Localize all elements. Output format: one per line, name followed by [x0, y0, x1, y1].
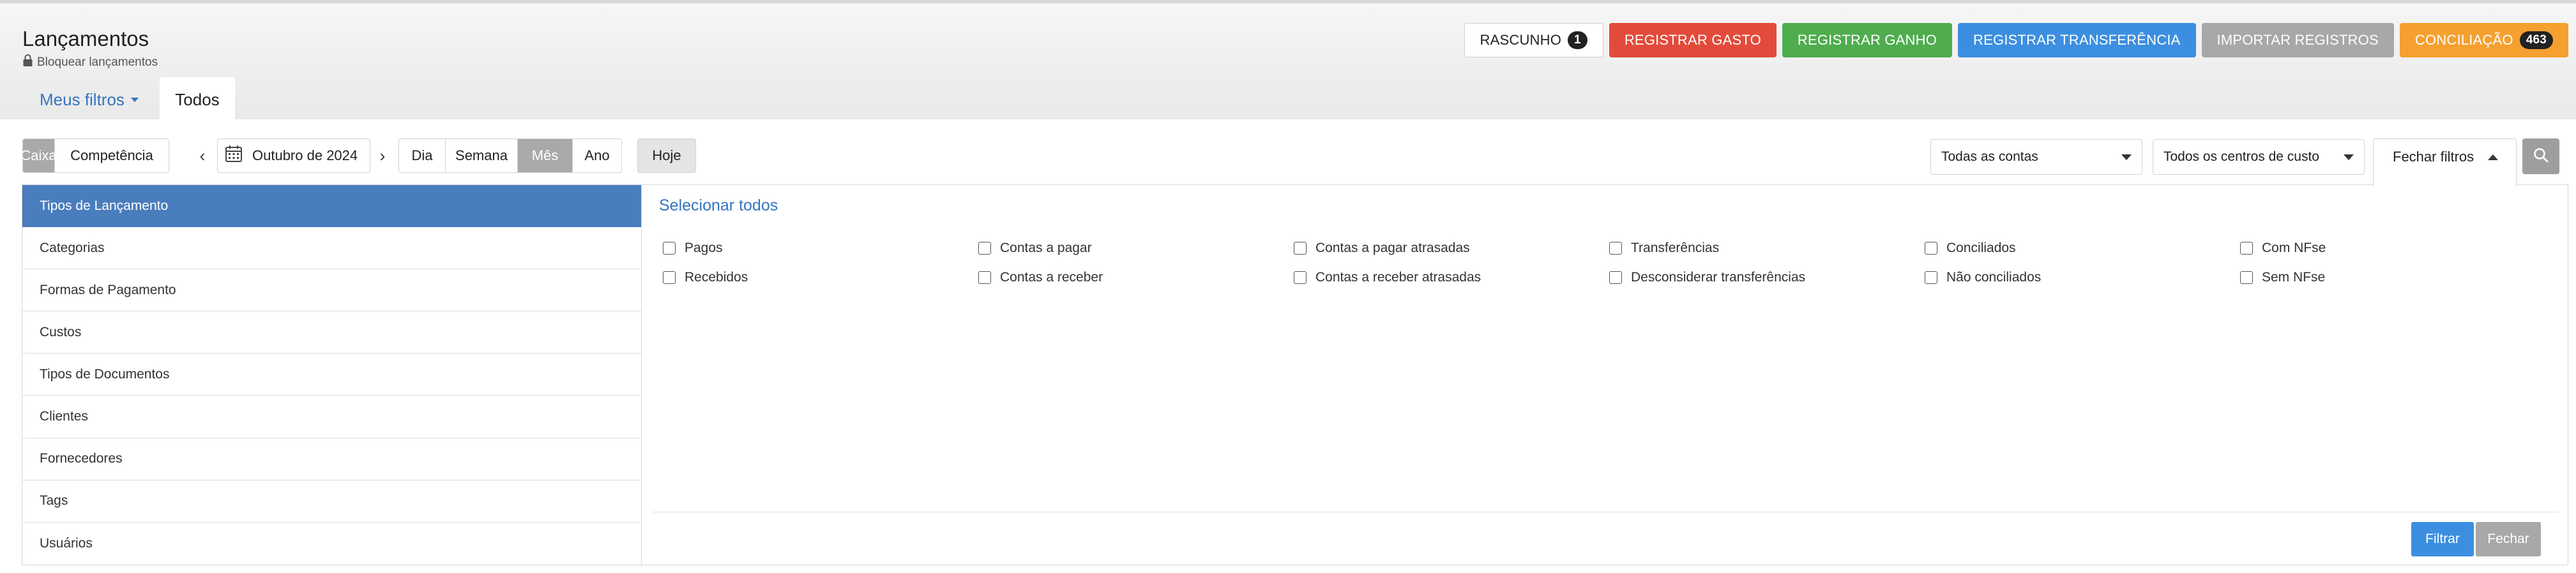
- chevron-down-icon: [2121, 154, 2132, 160]
- period-day-option[interactable]: Dia: [399, 139, 446, 172]
- lock-entries-label: Bloquear lançamentos: [37, 56, 158, 69]
- action-buttons: RASCUNHO 1 REGISTRAR GASTO REGISTRAR GAN…: [1464, 23, 2568, 57]
- filter-button[interactable]: Filtrar: [2411, 522, 2474, 556]
- date-value: Outubro de 2024: [252, 147, 358, 163]
- filter-category-list: Tipos de Lançamento Categorias Formas de P…: [22, 185, 642, 565]
- filter-option[interactable]: Contas a receber: [978, 270, 1294, 285]
- close-filters-toggle[interactable]: Fechar filtros: [2373, 138, 2517, 186]
- reconciliation-label: CONCILIAÇÃO: [2414, 32, 2513, 48]
- filter-category-item[interactable]: Custos: [22, 311, 641, 354]
- filter-option[interactable]: Recebidos: [663, 270, 978, 285]
- period-week-option[interactable]: Semana: [446, 139, 518, 172]
- filter-option[interactable]: Conciliados: [1925, 241, 2240, 256]
- filter-option-label: Contas a receber atrasadas: [1315, 270, 1481, 285]
- filter-option[interactable]: Não conciliados: [1925, 270, 2240, 285]
- previous-date-icon[interactable]: ‹: [195, 138, 209, 173]
- filter-option[interactable]: Com NFse: [2240, 241, 2556, 256]
- filter-option-checkbox[interactable]: [1609, 271, 1622, 284]
- register-expense-button[interactable]: REGISTRAR GASTO: [1609, 23, 1777, 57]
- filter-option-checkbox[interactable]: [1609, 242, 1622, 255]
- filter-option-label: Recebidos: [685, 270, 748, 285]
- period-toggle: Dia Semana Mês Ano: [398, 138, 622, 173]
- draft-label: RASCUNHO: [1480, 32, 1562, 48]
- filter-option-checkbox[interactable]: [1294, 242, 1307, 255]
- filter-option-checkbox[interactable]: [663, 271, 676, 284]
- cost-centers-select[interactable]: Todos os centros de custo: [2153, 139, 2365, 175]
- search-icon: [2533, 147, 2549, 167]
- date-picker[interactable]: Outubro de 2024: [217, 138, 370, 173]
- reconciliation-button[interactable]: CONCILIAÇÃO 463: [2399, 23, 2568, 57]
- filter-category-item[interactable]: Clientes: [22, 396, 641, 438]
- accounts-select-value: Todas as contas: [1941, 149, 2038, 164]
- filter-option[interactable]: Transferências: [1609, 241, 1925, 256]
- filter-option-checkbox[interactable]: [2240, 242, 2253, 255]
- filter-option[interactable]: Pagos: [663, 241, 978, 256]
- filter-option[interactable]: Sem NFse: [2240, 270, 2556, 285]
- draft-button[interactable]: RASCUNHO 1: [1464, 23, 1603, 57]
- next-date-icon[interactable]: ›: [375, 138, 390, 173]
- filter-category-item[interactable]: Fornecedores: [22, 438, 641, 480]
- tab-my-filters-label: Meus filtros: [40, 90, 125, 109]
- filter-category-item[interactable]: Tipos de Documentos: [22, 353, 641, 396]
- lock-icon: [22, 54, 33, 71]
- filter-option-checkbox[interactable]: [2240, 271, 2253, 284]
- filter-option-label: Contas a pagar atrasadas: [1315, 241, 1470, 255]
- filter-category-item[interactable]: Categorias: [22, 227, 641, 270]
- filter-option[interactable]: Contas a pagar: [978, 241, 1294, 256]
- regime-cash-option[interactable]: Caixa: [23, 139, 57, 172]
- search-button[interactable]: [2522, 138, 2559, 174]
- register-transfer-button[interactable]: REGISTRAR TRANSFERÊNCIA: [1958, 23, 2196, 57]
- cost-centers-select-value: Todos os centros de custo: [2163, 149, 2319, 164]
- filter-category-item[interactable]: Tipos de Lançamento: [22, 185, 641, 228]
- import-records-button[interactable]: IMPORTAR REGISTROS: [2201, 23, 2394, 57]
- filter-option-label: Conciliados: [1946, 241, 2016, 255]
- page-title: Lançamentos: [22, 27, 149, 50]
- today-button[interactable]: Hoje: [637, 138, 696, 173]
- period-month-option[interactable]: Mês: [518, 139, 573, 172]
- filter-option-label: Contas a receber: [1000, 270, 1103, 285]
- register-income-button[interactable]: REGISTRAR GANHO: [1782, 23, 1953, 57]
- filter-category-item[interactable]: Tags: [22, 480, 641, 523]
- chevron-up-icon: [2488, 154, 2498, 160]
- regime-accrual-option[interactable]: Competência: [55, 139, 169, 172]
- regime-toggle: Caixa Competência: [22, 138, 169, 173]
- filter-option[interactable]: Contas a pagar atrasadas: [1294, 241, 1609, 256]
- chevron-down-icon: [130, 98, 139, 102]
- filter-option-label: Contas a pagar: [1000, 241, 1092, 255]
- draft-count-badge: 1: [1568, 31, 1587, 49]
- lock-entries-link[interactable]: Bloquear lançamentos: [22, 54, 158, 71]
- filter-option-label: Pagos: [685, 241, 723, 255]
- filter-category-item[interactable]: Usuários: [22, 523, 641, 565]
- filter-option-label: Não conciliados: [1946, 270, 2042, 285]
- close-filters-label: Fechar filtros: [2393, 149, 2474, 165]
- filter-option-checkbox[interactable]: [663, 242, 676, 255]
- filter-option-checkbox[interactable]: [978, 242, 991, 255]
- select-all-link[interactable]: Selecionar todos: [659, 197, 778, 215]
- filter-option-checkbox[interactable]: [978, 271, 991, 284]
- filter-options-grid: Pagos Contas a pagar Contas a pagar atrasa…: [663, 241, 2553, 285]
- filter-option-checkbox[interactable]: [1925, 271, 1937, 284]
- chevron-down-icon: [2344, 154, 2354, 160]
- page-header: Lançamentos Bloquear lançamentos RASCUNH…: [0, 0, 2576, 123]
- tab-my-filters[interactable]: Meus filtros: [40, 77, 139, 123]
- filter-option-checkbox[interactable]: [1294, 271, 1307, 284]
- filter-category-item[interactable]: Formas de Pagamento: [22, 269, 641, 312]
- filter-option[interactable]: Contas a receber atrasadas: [1294, 270, 1609, 285]
- filter-option-label: Sem NFse: [2262, 270, 2326, 285]
- reconciliation-count-badge: 463: [2519, 31, 2553, 49]
- filter-option-label: Transferências: [1631, 241, 1720, 255]
- filter-panel: Tipos de Lançamento Categorias Formas de P…: [22, 184, 2568, 565]
- accounts-select[interactable]: Todas as contas: [1930, 139, 2142, 175]
- calendar-icon: [224, 144, 243, 167]
- close-button[interactable]: Fechar: [2476, 522, 2541, 556]
- filter-option[interactable]: Desconsiderar transferências: [1609, 270, 1925, 285]
- filter-option-label: Desconsiderar transferências: [1631, 270, 1806, 285]
- filter-option-label: Com NFse: [2262, 241, 2326, 255]
- filter-option-checkbox[interactable]: [1925, 242, 1937, 255]
- tab-all[interactable]: Todos: [160, 77, 235, 123]
- period-year-option[interactable]: Ano: [573, 139, 621, 172]
